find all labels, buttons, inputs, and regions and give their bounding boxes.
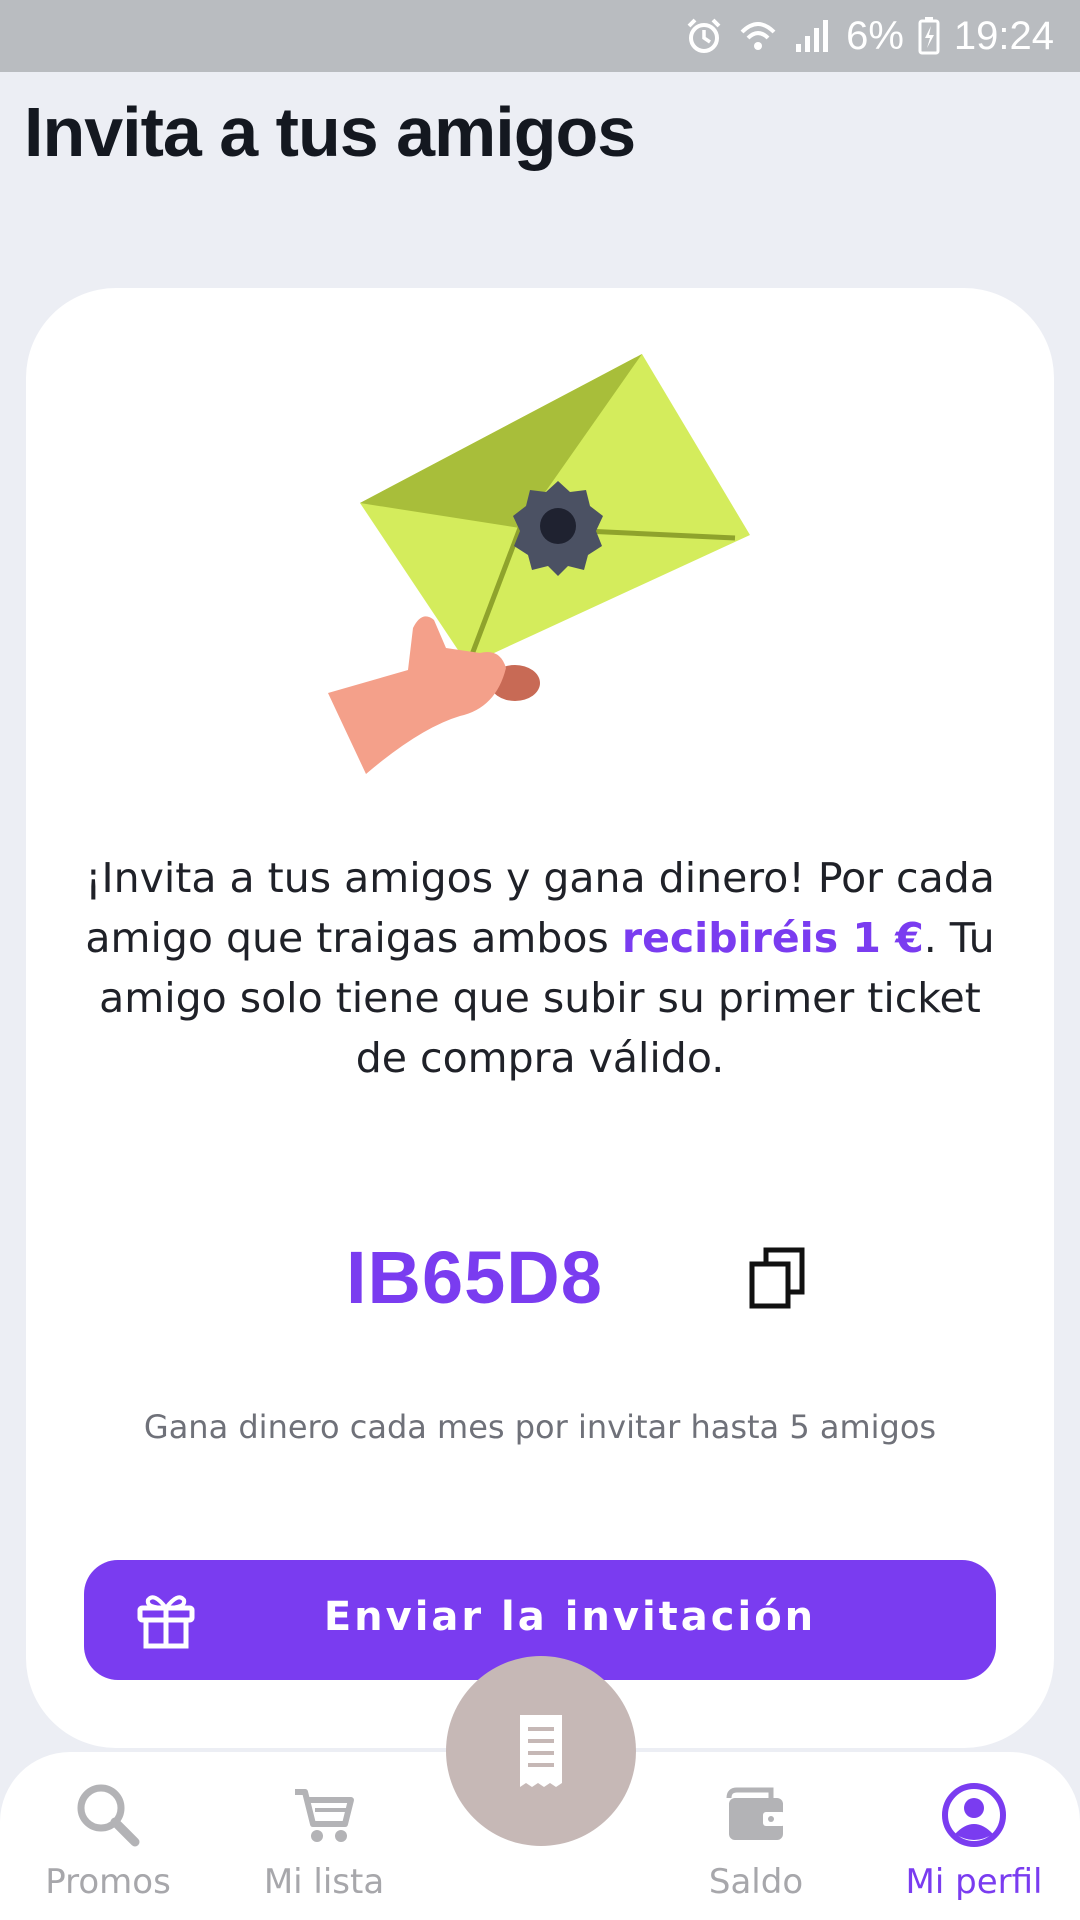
receipt-icon (520, 1715, 562, 1787)
wallet-icon (726, 1787, 785, 1840)
nav-label-promos: Promos (45, 1862, 171, 1902)
scan-receipt-button[interactable] (446, 1656, 636, 1846)
cart-icon (295, 1789, 354, 1842)
battery-percent: 6% (846, 13, 904, 58)
reward-highlight: recibiréis 1 € (621, 914, 924, 962)
invite-message: ¡Invita a tus amigos y gana dinero! Por … (80, 848, 1000, 1088)
status-time: 19:24 (953, 13, 1054, 58)
nav-label-saldo: Saldo (708, 1862, 804, 1902)
alarm-icon (687, 18, 721, 53)
nav-item-mi-perfil[interactable]: Mi perfil (874, 1780, 1074, 1902)
copy-icon[interactable] (748, 1246, 806, 1310)
nav-item-mi-lista[interactable]: Mi lista (224, 1780, 424, 1902)
profile-icon (942, 1783, 1006, 1847)
nav-label-mi-lista: Mi lista (263, 1862, 385, 1902)
wifi-icon (740, 22, 776, 50)
referral-limit-note: Gana dinero cada mes por invitar hasta 5… (143, 1408, 937, 1446)
battery-charging-icon (918, 17, 940, 55)
page-title: Invita a tus amigos (24, 93, 636, 171)
envelope-hand-illustration (328, 354, 750, 774)
status-bar: 6% 19:24 (0, 0, 1080, 72)
nav-item-saldo[interactable]: Saldo (656, 1780, 856, 1902)
nav-label-mi-perfil: Mi perfil (905, 1862, 1043, 1902)
send-invitation-label: Enviar la invitación (323, 1594, 817, 1640)
signal-icon (796, 20, 829, 52)
search-icon (77, 1784, 140, 1847)
nav-item-promos[interactable]: Promos (8, 1780, 208, 1902)
referral-code: IB65D8 (346, 1236, 603, 1319)
